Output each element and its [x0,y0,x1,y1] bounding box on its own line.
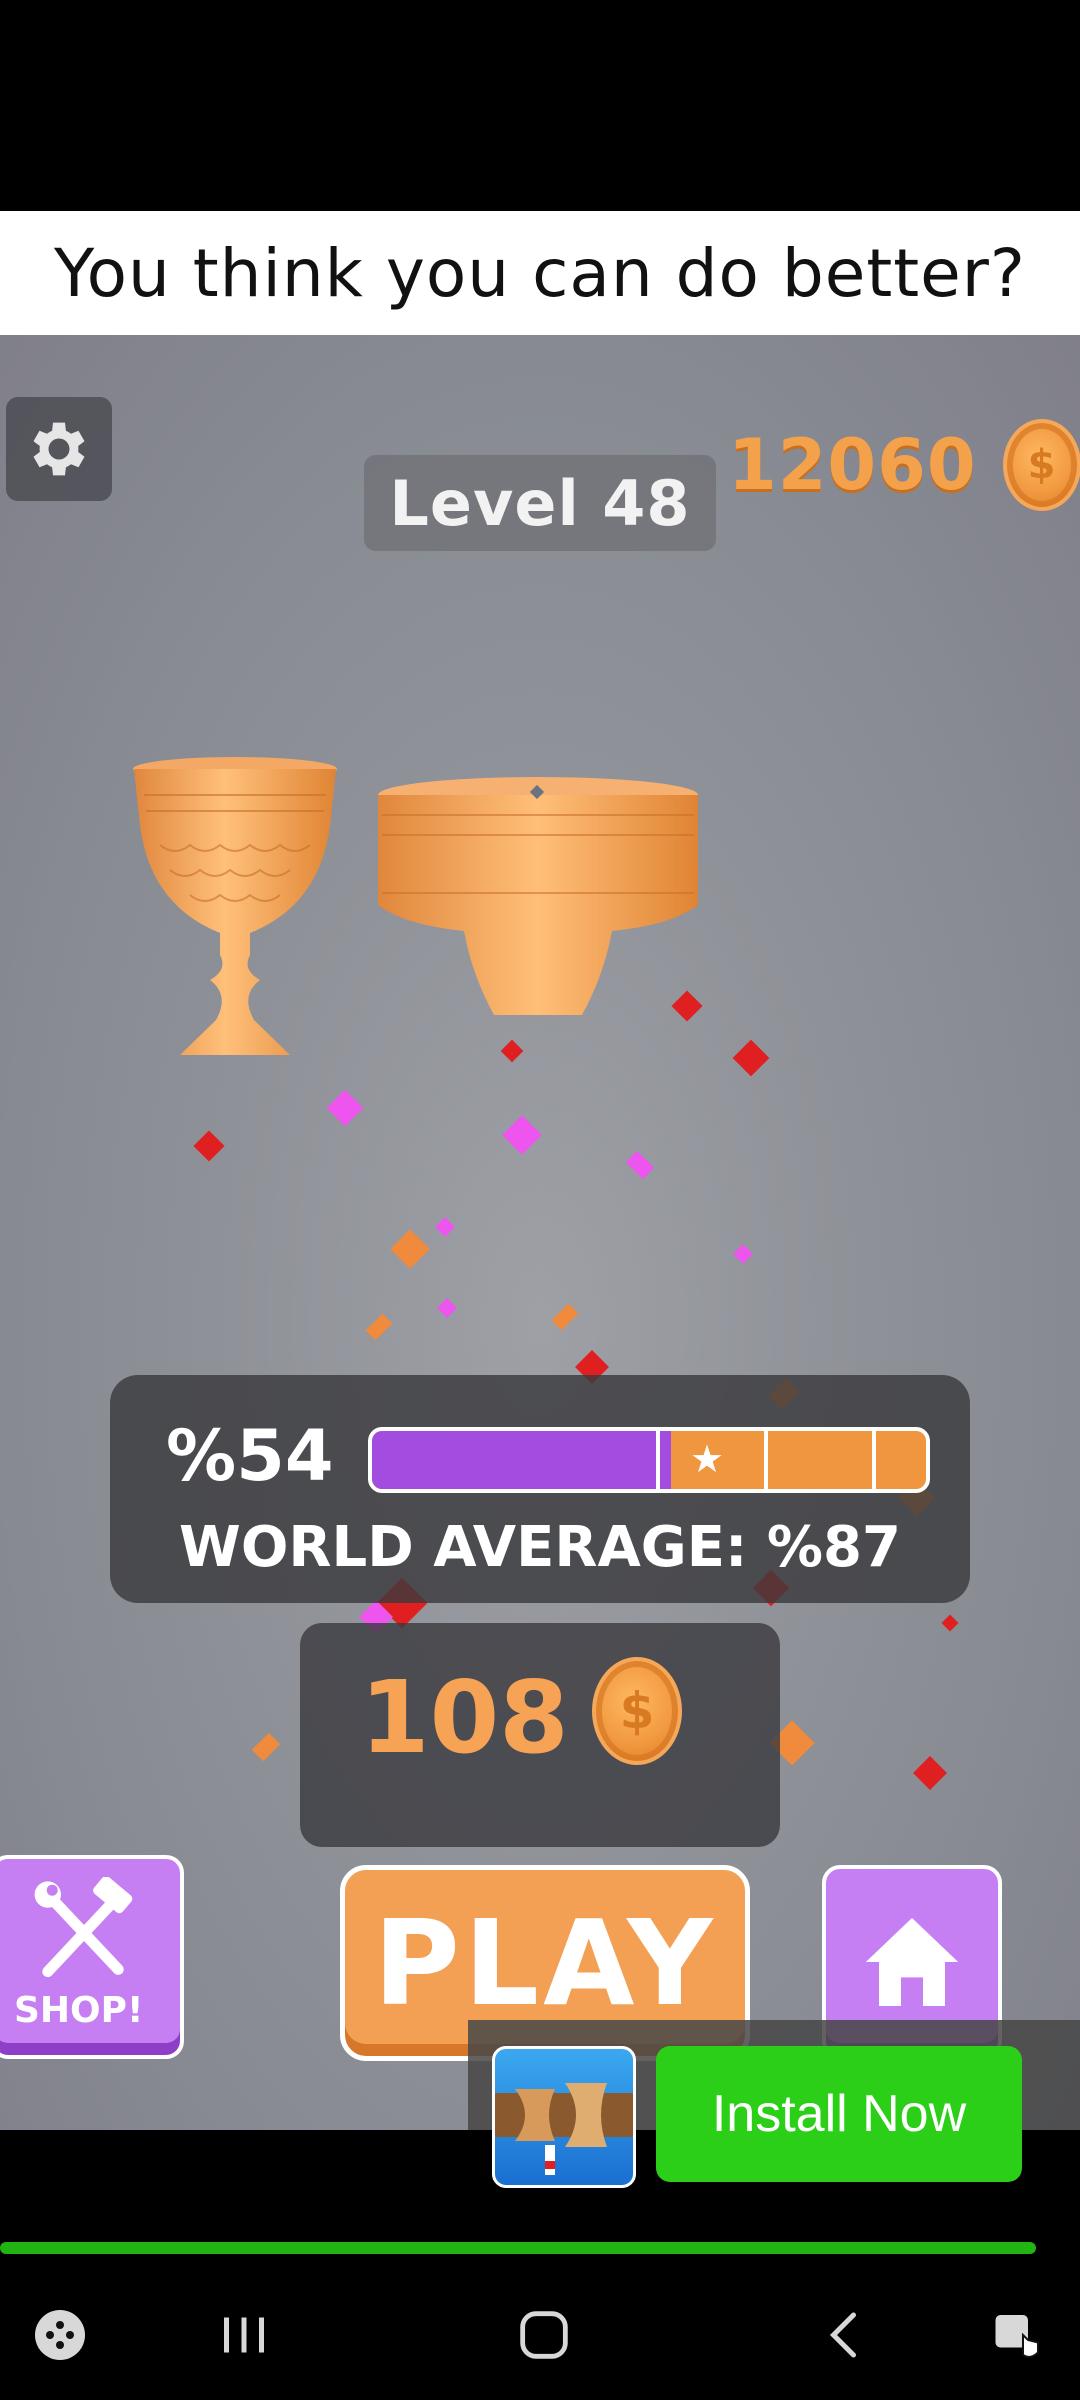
shop-label: SHOP! [14,1990,144,2031]
nav-home-button[interactable] [506,2300,582,2370]
confetti [732,1039,770,1077]
target-vase [133,757,337,1055]
status-bar [0,0,1080,211]
confetti [437,1298,457,1318]
gear-icon [33,422,85,476]
star-icon: ★ [690,1437,725,1481]
confetti [251,1732,281,1762]
ad-progress-bar [0,2242,1036,2254]
confetti [326,1089,364,1127]
confetti [941,1614,959,1632]
confetti [390,1229,430,1269]
confetti [500,1039,524,1063]
coin-total-value: 12060 [728,424,977,506]
world-average-label: WORLD AVERAGE: %87 [179,1515,901,1580]
player-vase [378,777,698,1015]
install-label: Install Now [711,2085,967,2143]
coin-icon: $ [1002,419,1080,511]
coin-icon: $ [592,1657,682,1765]
confetti [733,1244,753,1264]
confetti [913,1756,947,1790]
reward-amount: 108 [360,1659,569,1776]
confetti [502,1115,542,1155]
progress-marker [656,1431,660,1489]
hammer-wrench-icon [34,1877,133,1978]
confetti [625,1150,655,1180]
confetti [435,1217,455,1237]
play-label: PLAY [373,1894,717,2032]
nav-game-button[interactable] [22,2300,98,2370]
progress-marker [764,1431,768,1489]
install-now-button[interactable]: Install Now [656,2046,1022,2182]
gamepad-icon [35,2310,85,2360]
caption-banner: You think you can do better? [0,211,1080,335]
score-panel: %54 ★ WORLD AVERAGE: %87 [110,1375,970,1603]
nav-back-button[interactable] [808,2300,884,2370]
reward-panel: 108 $ [300,1623,780,1847]
screen-touch-icon [995,2315,1039,2358]
confetti [365,1313,393,1341]
ad-app-icon[interactable] [492,2046,636,2188]
coin-symbol: $ [1027,442,1056,488]
game-scene[interactable]: Level 48 12060 $ %54 ★ WORLD AVERAGE: %8… [0,335,1080,2130]
confetti [193,1130,225,1162]
level-badge: Level 48 [364,455,716,551]
confetti [551,1303,579,1331]
coin-total: 12060 $ [728,417,1080,513]
settings-button[interactable] [6,397,112,501]
shop-button[interactable]: SHOP! [0,1855,184,2059]
nav-home-icon [520,2311,568,2359]
caption-text: You think you can do better? [54,234,1026,312]
house-icon [865,1918,959,2006]
score-percent: %54 [166,1415,334,1497]
nav-recents-button[interactable] [206,2300,282,2370]
recent-apps-icon [224,2317,264,2353]
score-progress-fill [372,1431,672,1489]
back-icon [829,2312,856,2358]
level-label: Level 48 [389,466,691,540]
coin-symbol: $ [619,1682,655,1740]
navigation-bar [0,2270,1080,2400]
lathe-app-icon [495,2083,633,2175]
nav-extra-button[interactable] [980,2300,1056,2370]
progress-marker [872,1431,876,1489]
score-progress-bar: ★ [368,1427,930,1493]
